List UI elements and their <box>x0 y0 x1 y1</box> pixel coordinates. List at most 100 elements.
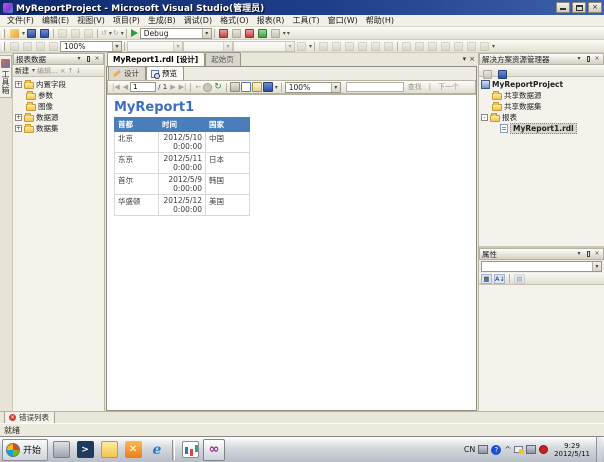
expand-icon[interactable]: + <box>15 114 22 121</box>
designer-zoom-combo[interactable]: 100% ▾ <box>60 41 122 52</box>
taskbar-internet-explorer-button[interactable]: e <box>146 439 168 461</box>
panel-menu-icon[interactable]: ▾ <box>575 55 583 63</box>
font-name-combo[interactable]: ▾ <box>127 41 183 52</box>
properties-object-combo[interactable]: ▾ <box>481 261 602 272</box>
delete-button[interactable]: × <box>60 67 66 75</box>
toolbar-overflow-icon[interactable]: ▾ <box>492 43 495 50</box>
solution-explorer-button[interactable] <box>231 28 242 39</box>
taskbar-server-manager-button[interactable] <box>50 439 72 461</box>
menu-tools[interactable]: 工具(T) <box>288 15 323 26</box>
document-tab-myreport1[interactable]: MyReport1.rdl [设计] <box>107 52 205 66</box>
panel-close-button[interactable]: × <box>93 55 101 63</box>
preview-tab[interactable]: 预览 <box>146 66 184 80</box>
document-close-icon[interactable]: × <box>469 55 475 63</box>
stop-rendering-icon[interactable] <box>203 83 212 92</box>
toolbox-tab[interactable]: 工具箱 <box>0 55 12 98</box>
taskbar-report-designer-button[interactable] <box>179 439 201 461</box>
taskbar-powershell-button[interactable]: > <box>74 439 96 461</box>
panel-close-button[interactable]: × <box>593 55 601 63</box>
find-text-input[interactable] <box>346 82 404 92</box>
next-page-button[interactable]: ▶ <box>169 83 176 91</box>
font-size-combo[interactable]: ▾ <box>183 41 233 52</box>
align-tops-button[interactable] <box>357 41 368 52</box>
tree-item-reports-folder[interactable]: - 报表 <box>481 112 604 123</box>
menu-edit[interactable]: 编辑(E) <box>38 15 73 26</box>
menu-report[interactable]: 报表(R) <box>253 15 289 26</box>
find-in-files-button[interactable] <box>218 28 229 39</box>
cut-button[interactable] <box>57 28 68 39</box>
notification-red-icon[interactable] <box>539 445 548 454</box>
find-next-link[interactable]: 下一个 <box>438 82 459 92</box>
export-icon[interactable] <box>263 82 273 92</box>
preview-zoom-combo[interactable]: 100% ▾ <box>285 82 341 93</box>
expand-icon[interactable]: + <box>15 81 22 88</box>
undo-icon[interactable]: ↺ <box>100 29 108 37</box>
tray-chevron-icon[interactable]: ^ <box>504 445 511 454</box>
document-tab-start-page[interactable]: 起始页 <box>205 52 241 66</box>
add-item-dropdown-icon[interactable]: ▾ <box>22 30 25 37</box>
help-icon[interactable]: ? <box>491 445 501 455</box>
page-setup-icon[interactable] <box>252 82 262 92</box>
taskbar-admin-tools-button[interactable]: ✕ <box>122 439 144 461</box>
back-to-parent-button[interactable]: ← <box>194 83 202 91</box>
vertical-spacing-button[interactable] <box>453 41 464 52</box>
ruler-button[interactable] <box>22 41 33 52</box>
taskbar-clock[interactable]: 9:29 2012/5/11 <box>551 442 593 458</box>
grid-lines-button[interactable] <box>48 41 59 52</box>
edit-button[interactable]: 编辑... <box>37 66 58 76</box>
border-color-dropdown-icon[interactable]: ▾ <box>309 43 312 50</box>
tree-item-datasets[interactable]: + 数据集 <box>15 123 104 134</box>
menu-format[interactable]: 格式(O) <box>216 15 253 26</box>
properties-window-button[interactable] <box>482 65 493 76</box>
new-dropdown-icon[interactable]: ▾ <box>32 67 35 74</box>
redo-dropdown-icon[interactable]: ▾ <box>121 30 124 37</box>
toggle-grouping-button[interactable] <box>9 41 20 52</box>
same-height-button[interactable] <box>414 41 425 52</box>
restore-button[interactable] <box>572 2 586 13</box>
categorized-button[interactable]: ▦ <box>481 274 492 284</box>
collapse-icon[interactable]: - <box>481 114 488 121</box>
menu-build[interactable]: 生成(B) <box>144 15 180 26</box>
horizontal-spacing-button[interactable] <box>440 41 451 52</box>
export-dropdown-icon[interactable]: ▾ <box>275 84 278 91</box>
menu-help[interactable]: 帮助(H) <box>362 15 398 26</box>
debug-configuration-combo[interactable]: Debug ▾ <box>140 28 212 39</box>
tree-item-report-file[interactable]: MyReport1.rdl <box>481 123 604 134</box>
toolbar-overflow-icon[interactable]: ▾ <box>287 30 290 37</box>
network-icon[interactable] <box>526 445 536 454</box>
printer-icon[interactable] <box>478 445 488 454</box>
menu-file[interactable]: 文件(F) <box>3 15 38 26</box>
tree-item-shared-datasets[interactable]: 共享数据集 <box>481 101 604 112</box>
refresh-icon[interactable]: ↻ <box>213 82 223 92</box>
document-list-dropdown-icon[interactable]: ▾ <box>463 55 467 63</box>
error-list-button[interactable] <box>244 28 255 39</box>
border-style-combo[interactable]: ▾ <box>233 41 295 52</box>
panel-pin-button[interactable] <box>584 55 592 63</box>
same-size-button[interactable] <box>427 41 438 52</box>
page-number-input[interactable] <box>130 82 156 92</box>
paste-button[interactable] <box>83 28 94 39</box>
toolbar-grip[interactable] <box>2 42 5 51</box>
send-to-back-button[interactable] <box>479 41 490 52</box>
menu-debug[interactable]: 调试(D) <box>180 15 216 26</box>
start-button[interactable]: 开始 <box>2 439 48 461</box>
other-windows-button[interactable] <box>270 28 281 39</box>
other-windows-dropdown-icon[interactable]: ▾ <box>283 30 286 37</box>
same-width-button[interactable] <box>401 41 412 52</box>
last-page-button[interactable]: ▶| <box>178 83 188 91</box>
taskbar-visual-studio-button[interactable]: ∞ <box>203 439 225 461</box>
print-layout-icon[interactable] <box>241 82 251 92</box>
panel-pin-button[interactable] <box>584 250 592 258</box>
print-icon[interactable] <box>230 82 240 92</box>
add-item-button[interactable] <box>9 28 20 39</box>
panel-menu-icon[interactable]: ▾ <box>75 55 83 63</box>
close-button[interactable]: × <box>588 2 602 13</box>
new-button[interactable]: 新建 <box>15 66 29 76</box>
panel-close-button[interactable]: × <box>593 250 601 258</box>
save-button[interactable] <box>26 28 37 39</box>
tree-item-builtin-fields[interactable]: + 内置字段 <box>15 79 104 90</box>
move-up-button[interactable]: ↑ <box>68 67 74 75</box>
expand-icon[interactable]: + <box>15 125 22 132</box>
move-down-button[interactable]: ↓ <box>75 67 81 75</box>
alphabetical-sort-button[interactable]: A↓ <box>494 274 505 284</box>
